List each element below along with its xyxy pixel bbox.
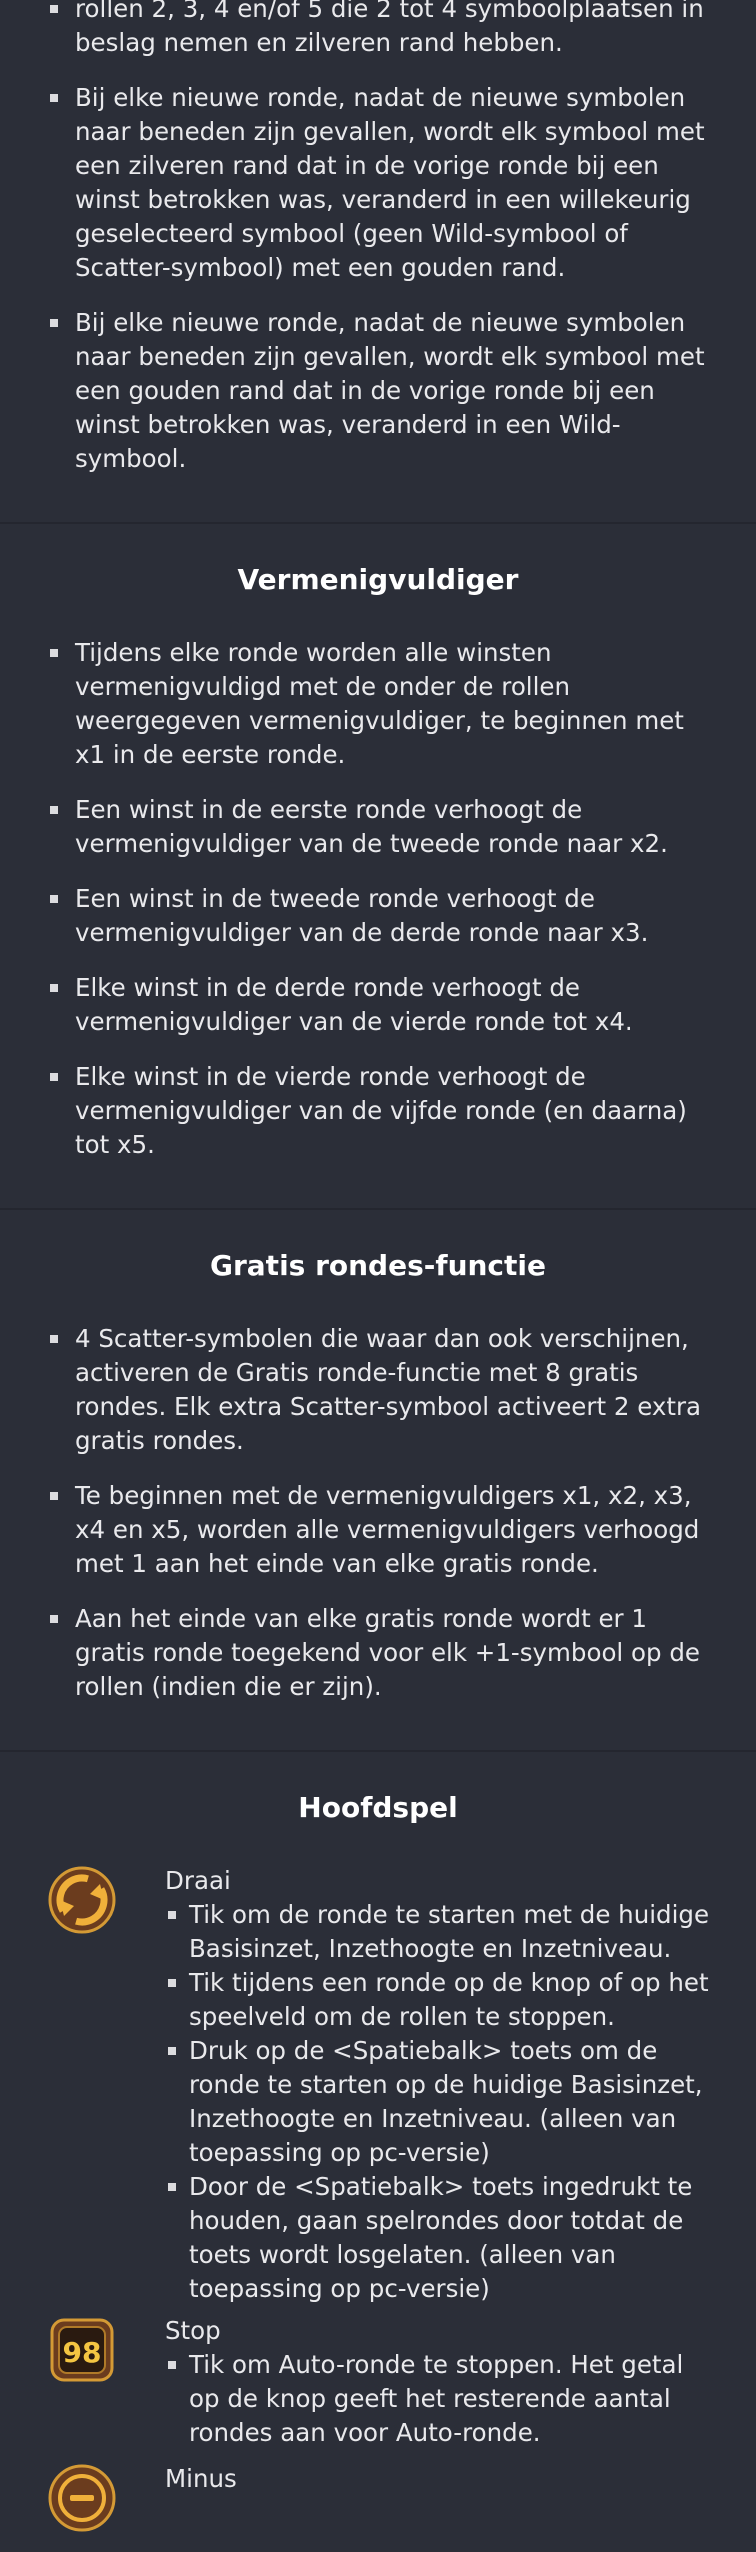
autospin-stop-icon: 98 (48, 2316, 116, 2384)
free-spins-list: 4 Scatter-symbolen die waar dan ook vers… (0, 1322, 756, 1704)
multiplier-list: Tijdens elke ronde worden alle winsten v… (0, 636, 756, 1162)
list-item: Druk op de <Spatiebalk> toets om de rond… (165, 2034, 716, 2170)
main-game-section: Hoofdspel Draai Tik om de ronde te start… (0, 1752, 756, 2532)
spin-help-list: Tik om de ronde te starten met de huidig… (165, 1898, 716, 2306)
list-item: Bij elke nieuwe ronde, nadat de nieuwe s… (50, 81, 716, 285)
stop-icon-count: 98 (63, 2336, 102, 2369)
spin-help-item: Draai Tik om de ronde te starten met de … (48, 1864, 756, 2306)
list-item: Elke winst in de vierde ronde verhoogt d… (50, 1060, 716, 1162)
list-item: Bij elke nieuwe ronde, nadat de nieuwe s… (50, 306, 716, 476)
multiplier-section: Vermenigvuldiger Tijdens elke ronde word… (0, 524, 756, 1210)
free-spins-section: Gratis rondes-functie 4 Scatter-symbolen… (0, 1210, 756, 1752)
symbol-rules-list: rollen 2, 3, 4 en/of 5 die 2 tot 4 symbo… (0, 0, 756, 476)
section-title: Vermenigvuldiger (237, 563, 519, 596)
list-item: Aan het einde van elke gratis ronde word… (50, 1602, 716, 1704)
minus-icon (48, 2464, 116, 2532)
stop-label: Stop (165, 2316, 221, 2345)
list-item: Elke winst in de derde ronde verhoogt de… (50, 971, 716, 1039)
minus-label: Minus (165, 2464, 237, 2493)
spin-icon (48, 1866, 116, 1934)
stop-help-list: Tik om Auto-ronde te stoppen. Het getal … (165, 2348, 716, 2450)
list-item: rollen 2, 3, 4 en/of 5 die 2 tot 4 symbo… (50, 0, 716, 60)
spin-label: Draai (165, 1866, 231, 1895)
list-item: 4 Scatter-symbolen die waar dan ook vers… (50, 1322, 716, 1458)
minus-help-item: Minus (48, 2462, 756, 2532)
stop-help-item: 98 Stop Tik om Auto-ronde te stoppen. He… (48, 2314, 756, 2450)
list-item: Een winst in de tweede ronde verhoogt de… (50, 882, 716, 950)
list-item: Tijdens elke ronde worden alle winsten v… (50, 636, 716, 772)
list-item: Een winst in de eerste ronde verhoogt de… (50, 793, 716, 861)
list-item: Te beginnen met de vermenigvuldigers x1,… (50, 1479, 716, 1581)
section-title: Gratis rondes-functie (210, 1249, 546, 1282)
symbol-rules-section: rollen 2, 3, 4 en/of 5 die 2 tot 4 symbo… (0, 0, 756, 524)
list-item: Door de <Spatiebalk> toets ingedrukt te … (165, 2170, 716, 2306)
list-item: Tik om de ronde te starten met de huidig… (165, 1898, 716, 1966)
list-item: Tik tijdens een ronde op de knop of op h… (165, 1966, 716, 2034)
section-title: Hoofdspel (298, 1791, 458, 1824)
list-item: Tik om Auto-ronde te stoppen. Het getal … (165, 2348, 716, 2450)
